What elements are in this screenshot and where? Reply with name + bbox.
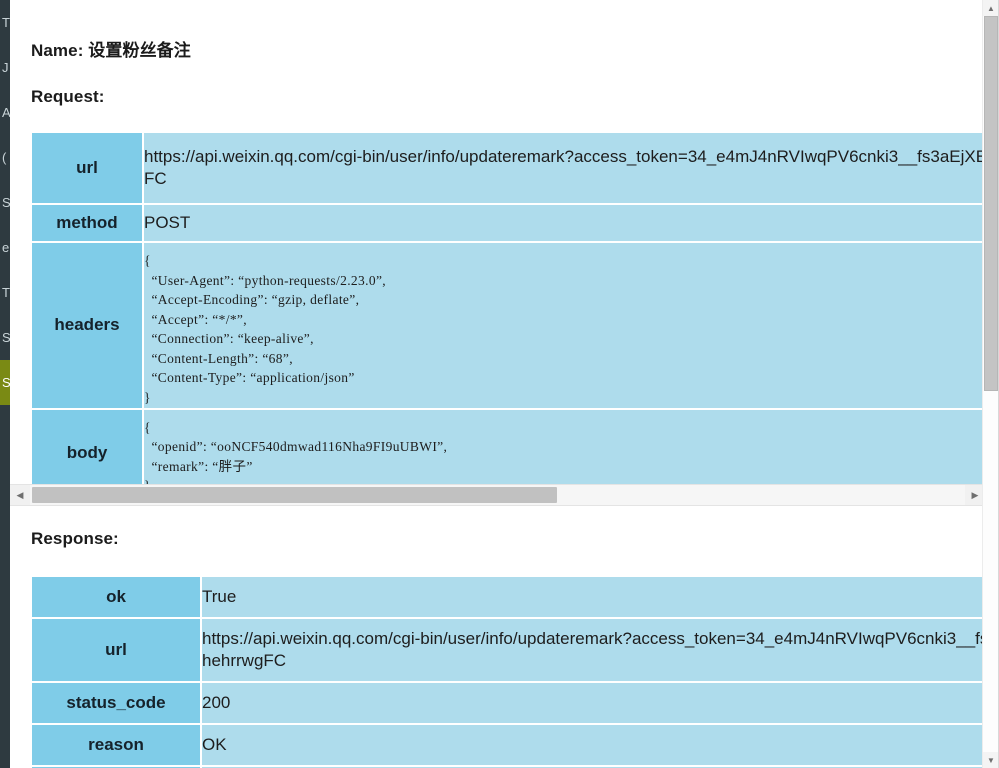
row-key-reason: reason bbox=[32, 725, 200, 765]
vertical-scrollbar-thumb[interactable] bbox=[984, 16, 998, 391]
report-scroll-pane[interactable]: Name: 设置粉丝备注 Request: url https://api.we… bbox=[10, 0, 985, 768]
horizontal-scrollbar-thumb[interactable] bbox=[32, 487, 557, 503]
response-section-heading: Response: bbox=[31, 529, 119, 548]
row-value-method: POST bbox=[144, 205, 985, 241]
request-headers-json: { “User-Agent”: “python-requests/2.23.0”… bbox=[144, 253, 387, 405]
sidebar-fragment[interactable]: S bbox=[0, 180, 10, 225]
sidebar-fragment[interactable]: e bbox=[0, 225, 10, 270]
row-value-ok: True bbox=[202, 577, 985, 617]
table-row: reason OK bbox=[32, 725, 985, 765]
row-value-headers: { “User-Agent”: “python-requests/2.23.0”… bbox=[144, 243, 985, 408]
table-row: url https://api.weixin.qq.com/cgi-bin/us… bbox=[32, 619, 985, 681]
sidebar-fragment[interactable]: S bbox=[0, 315, 10, 360]
sidebar-fragment-selected[interactable]: S bbox=[0, 360, 10, 405]
scroll-left-arrow-icon[interactable]: ◀ bbox=[10, 485, 30, 505]
row-value-status-code: 200 bbox=[202, 683, 985, 723]
row-value-response-url: https://api.weixin.qq.com/cgi-bin/user/i… bbox=[202, 619, 985, 681]
table-row: method POST bbox=[32, 205, 985, 241]
response-status-code-text: 200 bbox=[202, 692, 231, 712]
sidebar-fragment[interactable]: T bbox=[0, 0, 10, 45]
row-key-body: body bbox=[32, 409, 142, 496]
horizontal-scrollbar[interactable]: ◀ ▶ bbox=[10, 484, 985, 506]
row-value-url: https://api.weixin.qq.com/cgi-bin/user/i… bbox=[144, 133, 985, 203]
row-value-body: { “openid”: “ooNCF540dmwad116Nha9FI9uUBW… bbox=[144, 409, 985, 496]
report-window: T J A ( S e T S S Name: 设置粉丝备注 Request: … bbox=[0, 0, 999, 768]
page-title: Name: 设置粉丝备注 bbox=[31, 41, 191, 60]
response-reason-text: OK bbox=[202, 734, 227, 754]
row-value-reason: OK bbox=[202, 725, 985, 765]
row-key-ok: ok bbox=[32, 577, 200, 617]
table-row: body { “openid”: “ooNCF540dmwad116Nha9FI… bbox=[32, 409, 985, 496]
table-row: headers { “User-Agent”: “python-requests… bbox=[32, 243, 985, 408]
request-table: url https://api.weixin.qq.com/cgi-bin/us… bbox=[30, 131, 985, 498]
row-key-headers: headers bbox=[32, 243, 142, 408]
row-key-response-url: url bbox=[32, 619, 200, 681]
table-row: ok True bbox=[32, 577, 985, 617]
row-key-url: url bbox=[32, 133, 142, 203]
sidebar-fragment[interactable]: J bbox=[0, 45, 10, 90]
request-url-text: https://api.weixin.qq.com/cgi-bin/user/i… bbox=[144, 146, 985, 188]
request-method-text: POST bbox=[144, 212, 191, 232]
partial-left-sidebar[interactable]: T J A ( S e T S S bbox=[0, 0, 10, 768]
sidebar-fragment[interactable]: A bbox=[0, 90, 10, 135]
table-row: url https://api.weixin.qq.com/cgi-bin/us… bbox=[32, 133, 985, 203]
response-ok-text: True bbox=[202, 586, 237, 606]
vertical-scrollbar[interactable]: ▲ ▼ bbox=[982, 0, 999, 768]
row-key-status-code: status_code bbox=[32, 683, 200, 723]
sidebar-fragment[interactable]: T bbox=[0, 270, 10, 315]
response-url-text: https://api.weixin.qq.com/cgi-bin/user/i… bbox=[202, 628, 985, 670]
request-section-heading: Request: bbox=[31, 87, 105, 106]
table-row: status_code 200 bbox=[32, 683, 985, 723]
scroll-up-arrow-icon[interactable]: ▲ bbox=[983, 0, 999, 16]
response-table: ok True url https://api.weixin.qq.com/cg… bbox=[30, 575, 985, 768]
sidebar-fragment[interactable]: ( bbox=[0, 135, 10, 180]
scroll-down-arrow-icon[interactable]: ▼ bbox=[983, 752, 999, 768]
row-key-method: method bbox=[32, 205, 142, 241]
